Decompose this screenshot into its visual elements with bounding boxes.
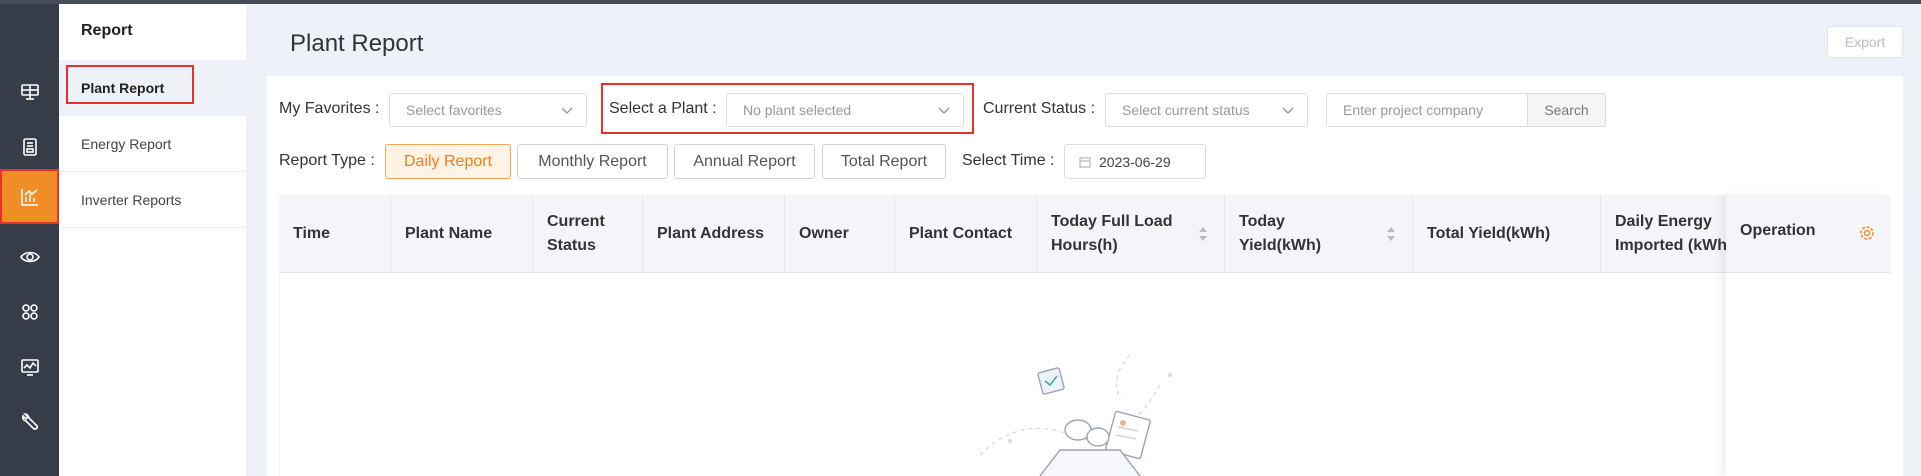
chevron-down-icon [1282,107,1294,114]
project-company-placeholder: Enter project company [1343,102,1484,118]
export-button[interactable]: Export [1827,26,1903,58]
plant-label: Select a Plant : [609,100,717,117]
report-type-label: Report Type : [279,152,375,169]
col-plant-contact: Plant Contact [895,195,1037,273]
plant-select[interactable]: No plant selected [726,93,964,127]
monitor-eye-icon[interactable] [0,229,59,284]
submenu-item-plant-report[interactable]: Plant Report [59,60,246,116]
device-icon[interactable] [0,119,59,174]
operation-label: Operation [1740,222,1816,239]
favorites-label: My Favorites : [279,100,380,117]
status-select[interactable]: Select current status [1105,93,1308,127]
gear-icon[interactable] [1858,224,1876,242]
empty-data-illustration [979,354,1172,476]
sort-icon[interactable] [1386,226,1396,242]
submenu-item-energy-report[interactable]: Energy Report [59,116,246,172]
icon-sidebar [0,4,59,476]
status-placeholder: Select current status [1122,102,1250,118]
dashboard-icon[interactable] [0,64,59,119]
tools-icon[interactable] [0,394,59,449]
submenu-item-inverter-reports[interactable]: Inverter Reports [59,172,246,228]
calendar-icon [1079,157,1091,167]
report-icon[interactable] [0,169,59,224]
col-daily-energy-imported: Daily Energy Imported (kWh) [1601,195,1741,273]
col-plant-name: Plant Name [391,195,533,273]
date-value: 2023-06-29 [1099,153,1171,170]
search-button[interactable]: Search [1527,93,1606,127]
chart-monitor-icon[interactable] [0,339,59,394]
col-today-yield-label: Today Yield(kWh) [1239,213,1322,254]
daily-report-button[interactable]: Daily Report [385,144,511,179]
chevron-down-icon [561,107,573,114]
date-picker[interactable]: 2023-06-29 [1064,144,1206,179]
col-current-status: Current Status [533,195,643,273]
sort-icon[interactable] [1198,226,1208,242]
status-label: Current Status : [983,100,1096,117]
favorites-select[interactable]: Select favorites [389,93,587,127]
col-plant-address: Plant Address [643,195,785,273]
annual-report-button[interactable]: Annual Report [674,144,815,179]
monthly-report-button[interactable]: Monthly Report [517,144,668,179]
operation-header: Operation [1726,195,1891,273]
chevron-down-icon [938,107,950,114]
col-full-load-hours[interactable]: Today Full Load Hours(h) [1037,195,1225,273]
page-title: Plant Report [290,30,424,57]
project-company-input[interactable]: Enter project company [1326,93,1528,127]
apps-icon[interactable] [0,284,59,339]
col-today-yield[interactable]: Today Yield(kWh) [1225,195,1413,273]
total-report-button[interactable]: Total Report [822,144,946,179]
col-time: Time [279,195,391,273]
col-full-load-hours-label: Today Full Load Hours(h) [1051,213,1173,254]
top-border [0,0,1921,4]
col-total-yield: Total Yield(kWh) [1413,195,1601,273]
plant-placeholder: No plant selected [743,102,852,118]
col-owner: Owner [785,195,895,273]
favorites-placeholder: Select favorites [406,102,502,118]
submenu-title: Report [81,22,133,39]
report-submenu: Report Plant Report Energy Report Invert… [59,4,246,476]
table-header: Time Plant Name Current Status Plant Add… [279,195,1891,273]
select-time-label: Select Time : [962,152,1055,169]
